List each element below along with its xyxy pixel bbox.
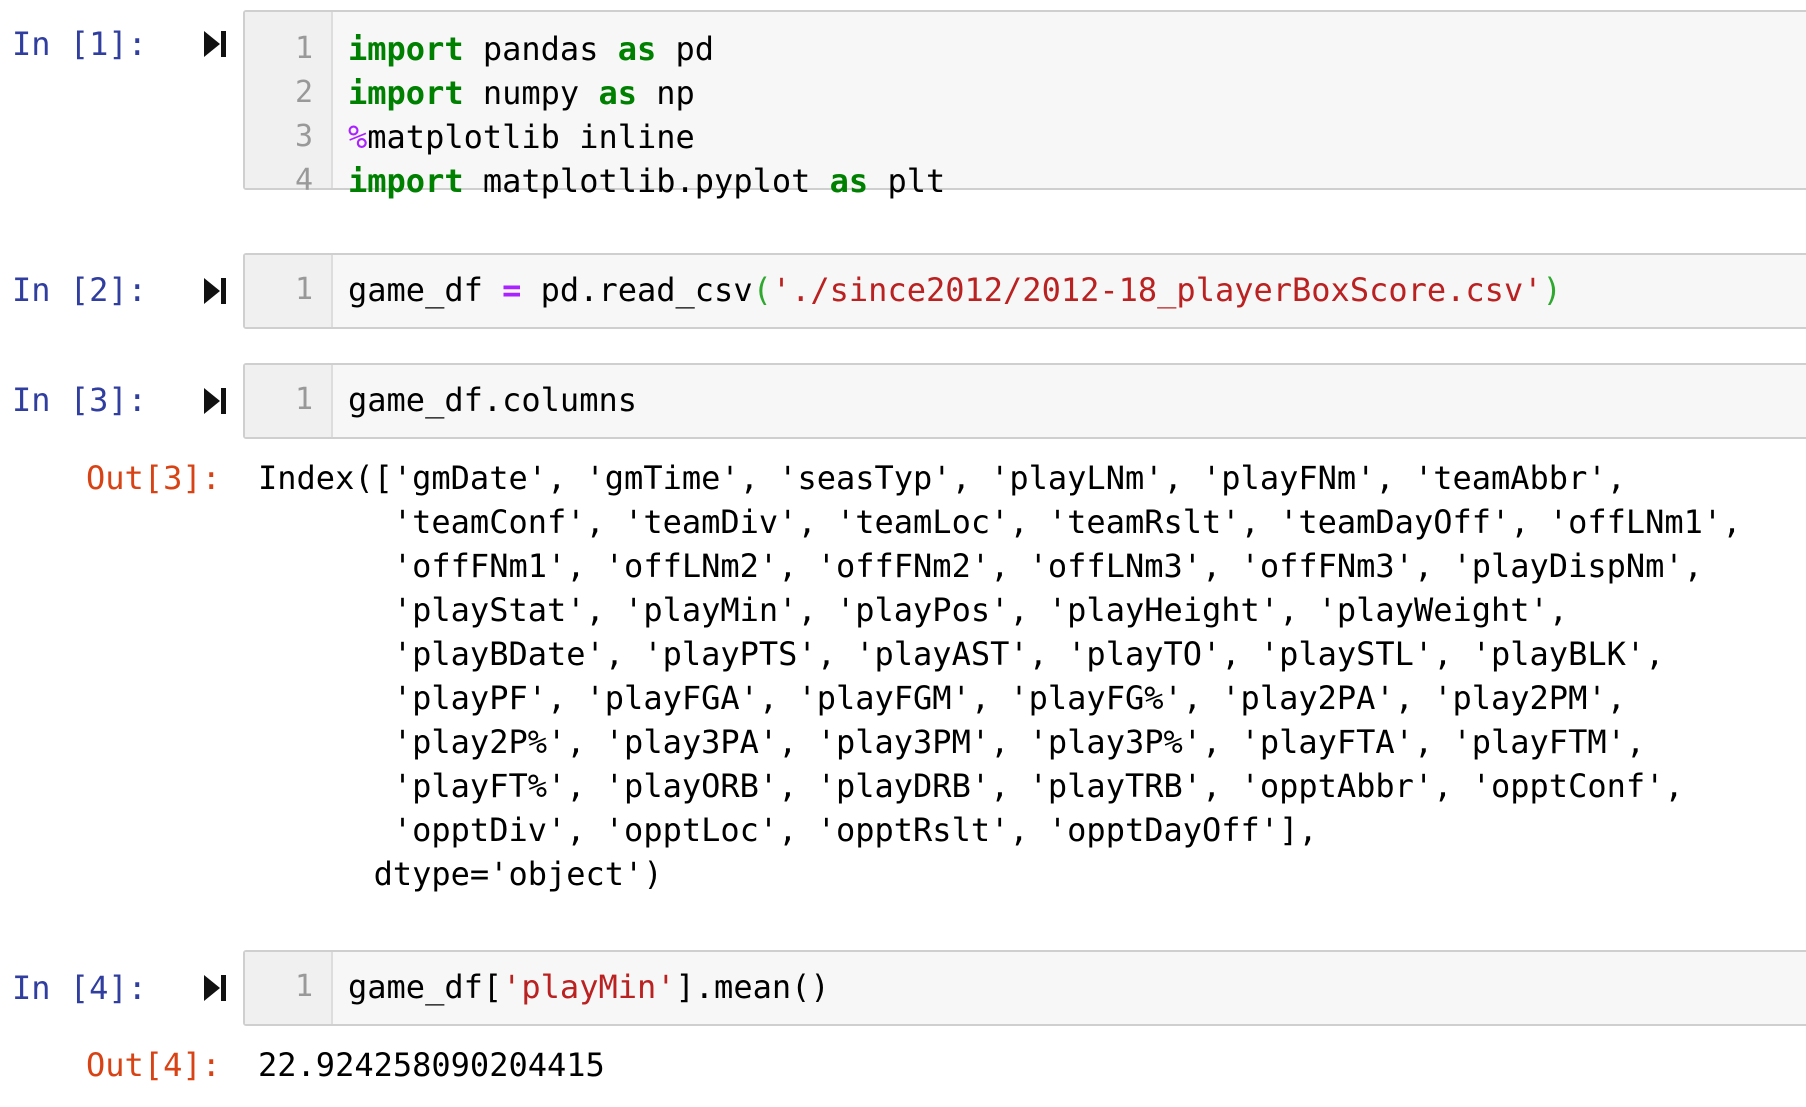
string-token: './since2012/2012-18_playerBoxScore.csv' (771, 271, 1543, 309)
line-number: 1 (294, 382, 313, 417)
code-token: pd (656, 30, 715, 68)
code-line: import matplotlib.pyplot as plt (348, 159, 945, 203)
code-token: pandas (463, 30, 618, 68)
output-line: dtype='object') (258, 855, 663, 893)
run-cell-icon[interactable] (202, 973, 228, 1003)
code-line: game_df['playMin'].mean() (348, 965, 830, 1009)
code-token: np (636, 74, 695, 112)
code-line: import numpy as np (348, 71, 695, 115)
out-prompt: Out[3]: (86, 459, 221, 497)
in-prompt: In [4]: (12, 969, 147, 1007)
keyword-token: import (348, 30, 464, 68)
output-line: 'opptDiv', 'opptLoc', 'opptRslt', 'opptD… (258, 811, 1318, 849)
in-prompt: In [2]: (12, 271, 147, 309)
line-number: 3 (294, 119, 313, 154)
in-prompt: In [1]: (12, 25, 147, 63)
output-line: 'playStat', 'playMin', 'playPos', 'playH… (258, 591, 1569, 629)
code-line: import pandas as pd (348, 27, 714, 71)
code-token: game_df (348, 271, 503, 309)
code-token: ].mean() (675, 968, 830, 1006)
code-token: matplotlib inline (367, 118, 695, 156)
cell-output: 22.924258090204415 (258, 1046, 605, 1084)
in-prompt: In [3]: (12, 381, 147, 419)
output-line: 'playBDate', 'playPTS', 'playAST', 'play… (258, 635, 1665, 673)
line-number-gutter: 1 (245, 255, 333, 327)
paren-token: ) (1542, 271, 1562, 309)
line-number-gutter: 1 (245, 952, 333, 1024)
code-token: plt (868, 162, 946, 200)
output-line: 'playFT%', 'playORB', 'playDRB', 'playTR… (258, 767, 1684, 805)
code-line: game_df.columns (348, 381, 637, 419)
run-cell-icon[interactable] (202, 386, 228, 416)
code-token: matplotlib.pyplot (463, 162, 830, 200)
output-line: 'teamConf', 'teamDiv', 'teamLoc', 'teamR… (258, 503, 1742, 541)
code-cell-editor[interactable]: 1 game_df = pd.read_csv('./since2012/201… (243, 253, 1806, 329)
output-line: 'play2P%', 'play3PA', 'play3PM', 'play3P… (258, 723, 1646, 761)
line-number: 1 (294, 272, 313, 307)
line-number-gutter: 1 2 3 4 (245, 12, 333, 198)
code-line: game_df = pd.read_csv('./since2012/2012-… (348, 268, 1562, 312)
line-number-gutter: 1 (245, 365, 333, 437)
keyword-token: import (348, 74, 464, 112)
keyword-token: as (617, 30, 657, 68)
code-line: %matplotlib inline (348, 115, 695, 159)
string-token: 'playMin' (502, 968, 676, 1006)
output-line: Index(['gmDate', 'gmTime', 'seasTyp', 'p… (258, 459, 1626, 497)
code-token: numpy (463, 74, 599, 112)
line-number: 4 (294, 163, 313, 198)
code-token: pd.read_csv (521, 271, 753, 309)
line-number: 2 (294, 75, 313, 110)
run-cell-icon[interactable] (202, 29, 228, 59)
code-token: game_df[ (348, 968, 503, 1006)
paren-token: ( (752, 271, 772, 309)
code-cell-editor[interactable]: 1 game_df.columns (243, 363, 1806, 439)
magic-token: % (348, 118, 368, 156)
keyword-token: as (598, 74, 637, 112)
code-cell-editor[interactable]: 1 game_df['playMin'].mean() (243, 950, 1806, 1026)
out-prompt: Out[4]: (86, 1046, 221, 1084)
operator-token: = (502, 271, 522, 309)
line-number: 1 (294, 969, 313, 1004)
code-cell-editor[interactable]: 1 2 3 4 import pandas as pd import numpy… (243, 10, 1806, 200)
keyword-token: import (348, 162, 464, 200)
run-cell-icon[interactable] (202, 276, 228, 306)
output-line: 'offFNm1', 'offLNm2', 'offFNm2', 'offLNm… (258, 547, 1703, 585)
keyword-token: as (829, 162, 869, 200)
output-line: 'playPF', 'playFGA', 'playFGM', 'playFG%… (258, 679, 1626, 717)
line-number: 1 (294, 31, 313, 66)
